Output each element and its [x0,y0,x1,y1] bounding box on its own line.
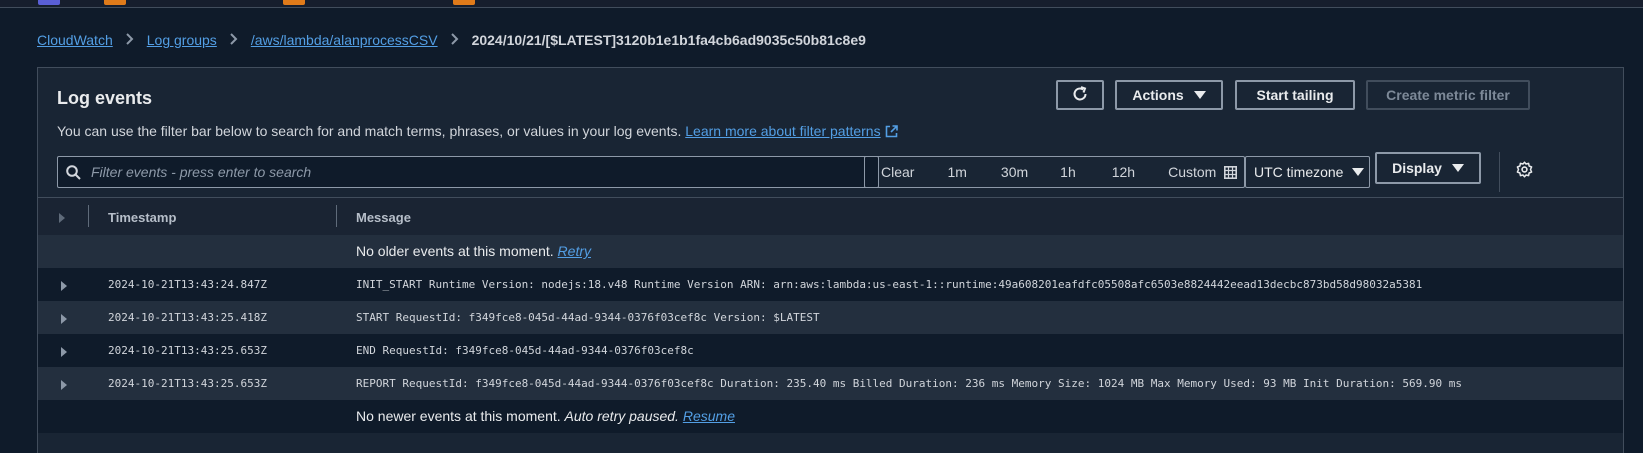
retry-link[interactable]: Retry [558,243,591,259]
settings-button[interactable] [1508,156,1540,188]
resume-link[interactable]: Resume [683,408,735,424]
expand-row-icon[interactable] [60,278,68,296]
timezone-label: UTC timezone [1254,164,1344,180]
chevron-right-icon [450,32,459,48]
browser-tab-strip [0,0,1643,8]
range-custom-label: Custom [1168,164,1217,180]
row-message: START RequestId: f349fce8-045d-44ad-9344… [356,311,820,324]
expand-row-icon[interactable] [60,344,68,362]
refresh-button[interactable] [1056,80,1104,110]
description-text: You can use the filter bar below to sear… [57,123,682,139]
row-message: REPORT RequestId: f349fce8-045d-44ad-934… [356,377,1462,390]
row-timestamp: 2024-10-21T13:43:25.418Z [108,311,267,324]
external-link-icon [885,125,898,141]
start-tailing-button[interactable]: Start tailing [1235,80,1355,110]
tab-favicon [283,0,305,5]
chevron-right-icon [126,32,134,48]
create-metric-filter-button[interactable]: Create metric filter [1366,80,1530,110]
older-events-message: No older events at this moment. Retry [356,243,591,259]
column-header-timestamp[interactable]: Timestamp [108,210,176,225]
column-resizer[interactable] [336,205,337,227]
gear-icon [1516,161,1533,183]
tab-favicon [453,0,475,5]
auto-retry-status: Auto retry paused. [564,408,679,424]
refresh-icon [1072,85,1088,105]
caret-down-icon [1193,91,1206,99]
learn-more-label: Learn more about filter patterns [685,123,881,139]
column-divider [88,205,89,227]
table-row[interactable]: 2024-10-21T13:43:25.653Z REPORT RequestI… [38,367,1623,400]
expand-row-icon[interactable] [60,311,68,329]
breadcrumb-current: 2024/10/21/[$LATEST]3120b1e1b1fa4cb6ad90… [471,32,866,48]
range-custom[interactable]: Custom [1168,164,1238,180]
display-button[interactable]: Display [1375,152,1481,184]
range-1m[interactable]: 1m [947,164,966,180]
table-header: Timestamp Message [38,197,1623,237]
newer-events-row: No newer events at this moment. Auto ret… [38,400,1623,433]
actions-label: Actions [1132,87,1184,103]
time-range-selector: Clear 1m 30m 1h 12h Custom [864,156,1245,188]
table-row[interactable]: 2024-10-21T13:43:24.847Z INIT_START Runt… [38,268,1623,301]
table-row[interactable]: 2024-10-21T13:43:25.418Z START RequestId… [38,301,1623,334]
row-message: INIT_START Runtime Version: nodejs:18.v4… [356,278,1423,291]
column-header-message[interactable]: Message [356,210,411,225]
older-events-row: No older events at this moment. Retry [38,235,1623,268]
caret-down-icon [1451,164,1464,172]
log-events-panel: Log events You can use the filter bar be… [37,67,1624,453]
range-12h[interactable]: 12h [1112,164,1135,180]
breadcrumb-log-groups[interactable]: Log groups [147,32,217,48]
panel-description: You can use the filter bar below to sear… [57,123,898,141]
range-30m[interactable]: 30m [1001,164,1028,180]
row-timestamp: 2024-10-21T13:43:25.653Z [108,344,267,357]
filter-bar [57,156,879,188]
caret-down-icon [1352,168,1365,176]
tab-favicon [104,0,126,5]
range-clear[interactable]: Clear [881,164,914,180]
filter-events-input[interactable] [89,163,863,181]
toolbar-divider [1499,152,1500,192]
timezone-select[interactable]: UTC timezone [1245,156,1370,188]
breadcrumb-cloudwatch[interactable]: CloudWatch [37,32,113,48]
row-message: END RequestId: f349fce8-045d-44ad-9344-0… [356,344,694,357]
display-label: Display [1392,160,1442,176]
newer-events-message: No newer events at this moment. Auto ret… [356,408,735,424]
table-row[interactable]: 2024-10-21T13:43:25.653Z END RequestId: … [38,334,1623,367]
panel-title: Log events [57,88,153,108]
actions-button[interactable]: Actions [1115,80,1223,110]
breadcrumb: CloudWatch Log groups /aws/lambda/alanpr… [37,30,866,50]
newer-events-text: No newer events at this moment. [356,408,561,424]
row-timestamp: 2024-10-21T13:43:24.847Z [108,278,267,291]
row-timestamp: 2024-10-21T13:43:25.653Z [108,377,267,390]
expand-row-icon[interactable] [60,377,68,395]
calendar-icon [1224,165,1238,179]
learn-more-link[interactable]: Learn more about filter patterns [685,123,898,141]
chevron-right-icon [230,32,238,48]
older-events-text: No older events at this moment. [356,243,554,259]
range-1h[interactable]: 1h [1060,164,1076,180]
tab-favicon [38,0,60,5]
search-icon [66,164,81,180]
expand-all-icon[interactable] [58,211,66,226]
breadcrumb-log-group[interactable]: /aws/lambda/alanprocessCSV [251,32,438,48]
